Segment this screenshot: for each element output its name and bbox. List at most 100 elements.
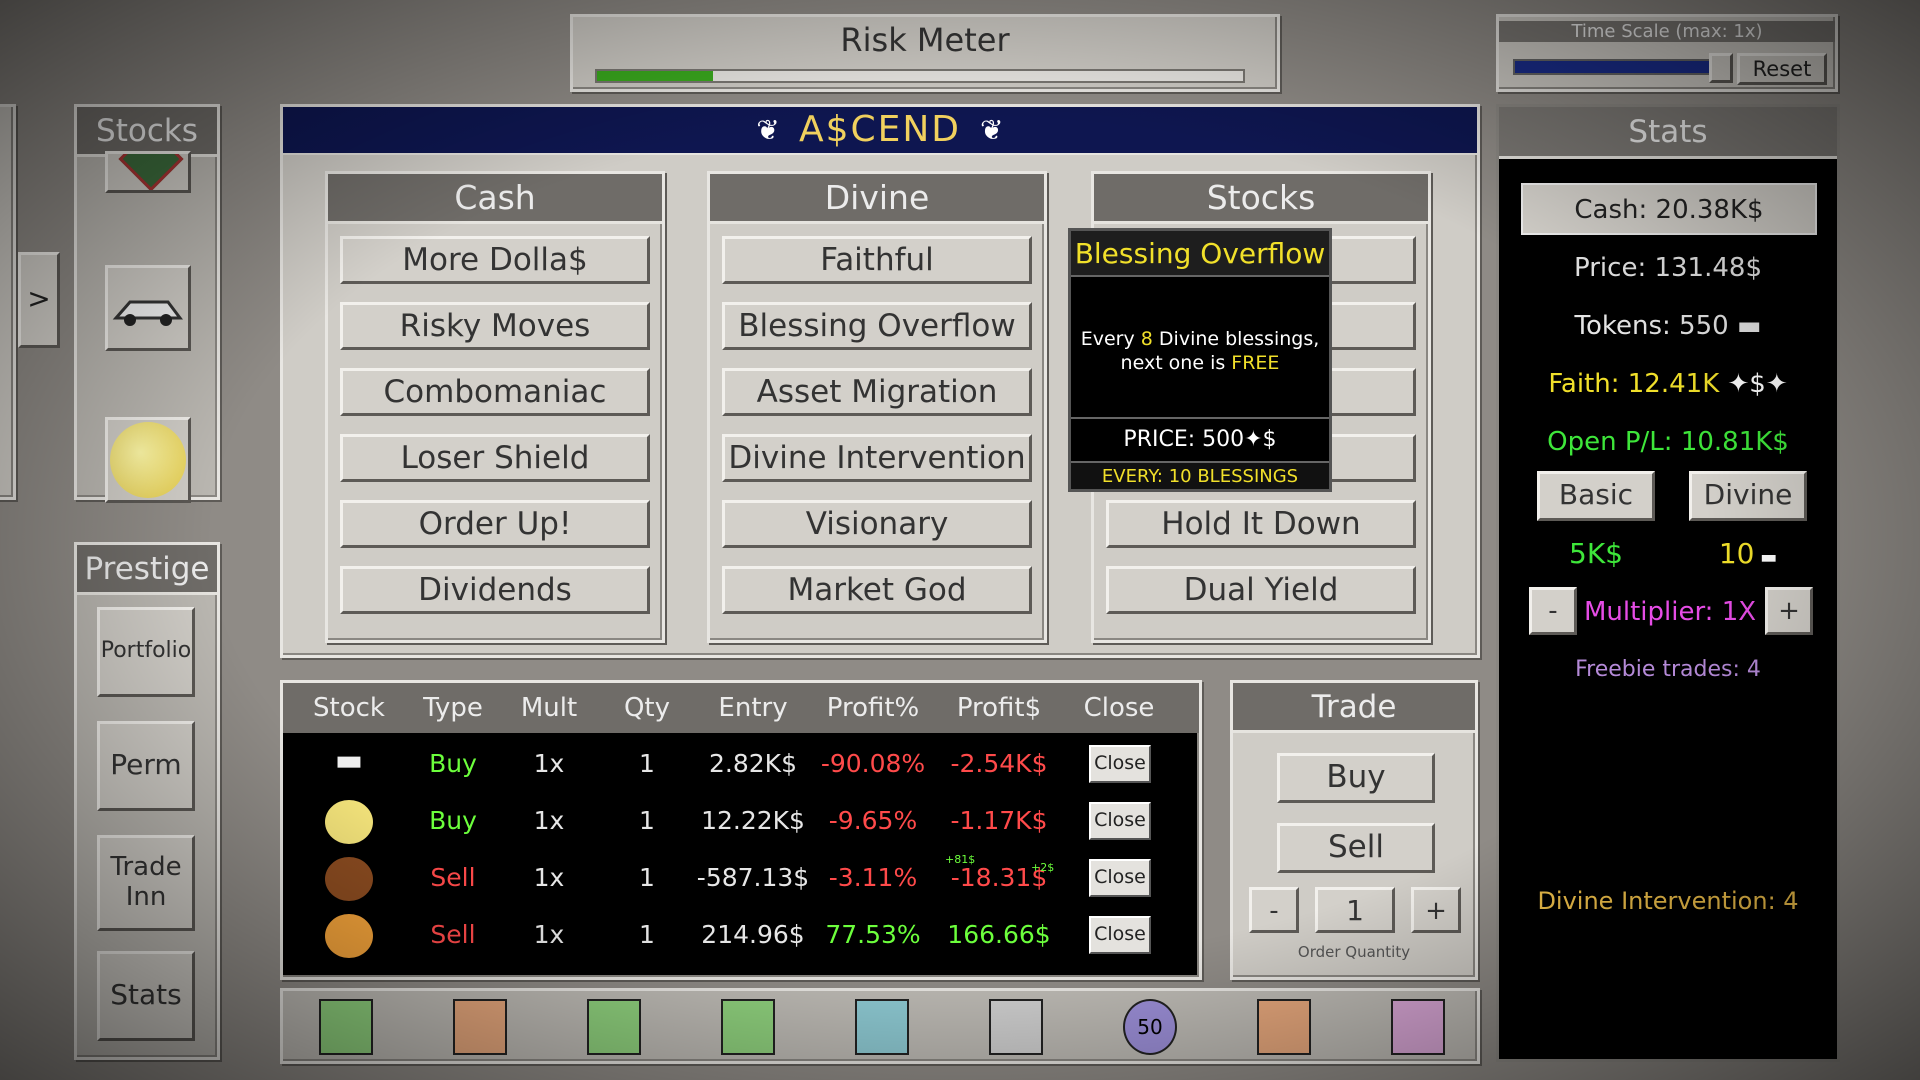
globe-chart-icon[interactable]: [587, 999, 641, 1055]
chart-icon[interactable]: [319, 999, 373, 1055]
left-collapsed-panel: [0, 104, 16, 500]
column-header: Profit$: [956, 693, 1042, 723]
cell-entry: 214.96$: [701, 920, 805, 949]
wing-left-icon: ❦: [756, 113, 780, 147]
column-header: Qty: [623, 693, 671, 723]
profit-floater: +81$: [945, 853, 976, 866]
upgrade-button[interactable]: Market God: [722, 566, 1032, 614]
cash-display: Cash: 20.38K$: [1521, 183, 1817, 235]
price-display: Price: 131.48$: [1574, 253, 1762, 283]
multiplier-minus-button[interactable]: -: [1529, 587, 1577, 635]
open-pl-display: Open P/L: 10.81K$: [1547, 427, 1789, 457]
basic-value: 5K$: [1569, 537, 1623, 570]
close-position-button[interactable]: Close: [1089, 859, 1151, 897]
time-scale-label: Time Scale (max: 1x): [1499, 21, 1835, 42]
time-scale-slider[interactable]: [1513, 59, 1723, 75]
upgrade-button[interactable]: Faithful: [722, 236, 1032, 284]
fifty-icon[interactable]: 50: [1123, 999, 1177, 1055]
faith-token-icon: ✦$: [1244, 427, 1277, 452]
upgrade-button[interactable]: Dividends: [340, 566, 650, 614]
upgrade-button[interactable]: More Dolla$: [340, 236, 650, 284]
upgrade-button[interactable]: Asset Migration: [722, 368, 1032, 416]
upgrade-button[interactable]: Visionary: [722, 500, 1032, 548]
basic-button[interactable]: Basic: [1537, 471, 1655, 521]
sell-button[interactable]: Sell: [1277, 823, 1435, 873]
expand-panel-button[interactable]: >: [18, 252, 60, 348]
quantity-plus-button[interactable]: +: [1411, 887, 1461, 933]
cell-entry: -587.13$: [696, 863, 810, 892]
cell-usd: -1.17K$: [950, 806, 1048, 835]
stocks-sidebar-title: Stocks: [77, 107, 217, 157]
faith-display: Faith: 12.41K ✦$✦: [1548, 369, 1788, 399]
cell-pct: -3.11%: [828, 863, 918, 892]
diamond-icon: [118, 154, 184, 190]
car-icon: [112, 300, 183, 326]
stats-button[interactable]: Stats: [97, 951, 195, 1041]
stock-item-car[interactable]: [105, 265, 191, 351]
upgrade-button[interactable]: Dual Yield: [1106, 566, 1416, 614]
time-scale-fill: [1515, 61, 1711, 73]
buy-button[interactable]: Buy: [1277, 753, 1435, 803]
cell-pct: -90.08%: [820, 749, 926, 778]
moon-icon: [325, 800, 373, 844]
upgrade-button[interactable]: Loser Shield: [340, 434, 650, 482]
trade-inn-button[interactable]: Trade Inn: [97, 835, 195, 931]
reset-button[interactable]: Reset: [1737, 53, 1827, 85]
column-header: Entry: [718, 693, 788, 723]
time-scale-panel: Time Scale (max: 1x) Reset: [1496, 14, 1838, 92]
tokens-display: Tokens: 550 ▬: [1574, 311, 1762, 341]
stock-item-chart[interactable]: [105, 151, 191, 193]
portfolio-button[interactable]: Portfolio: [97, 607, 195, 697]
ascend-title: A$CEND: [798, 109, 962, 150]
risk-meter-panel: Risk Meter: [570, 14, 1280, 92]
upgrade-button[interactable]: Risky Moves: [340, 302, 650, 350]
stock-item-moon[interactable]: [105, 417, 191, 503]
wing-right-icon: ❦: [980, 113, 1004, 147]
ascend-column-0: Cash More Dolla$ Risky Moves Combomaniac Los…: [325, 171, 665, 643]
clock-icon: [325, 914, 373, 958]
dice-icon[interactable]: [1257, 999, 1311, 1055]
ascend-column-1: Divine Faithful Blessing Overflow Asset Mig…: [707, 171, 1047, 643]
divine-value: 10 ▬: [1718, 537, 1778, 570]
divine-button[interactable]: Divine: [1689, 471, 1807, 521]
world-icon[interactable]: [1391, 999, 1445, 1055]
positions-table: Stock Type Mult Qty Entry Profit% Profit$ Close…: [280, 680, 1202, 980]
column-header: Profit%: [826, 693, 920, 723]
positions-header: Stock Type Mult Qty Entry Profit% Profit$ Close: [283, 683, 1199, 733]
moon-icon: [110, 422, 186, 498]
risk-meter-track: [595, 69, 1245, 83]
cell-qty: 1: [639, 920, 655, 949]
close-position-button[interactable]: Close: [1089, 916, 1151, 954]
perm-button[interactable]: Perm: [97, 721, 195, 811]
upgrade-button[interactable]: Divine Intervention: [722, 434, 1032, 482]
tooltip-every: EVERY: 10 BLESSINGS: [1071, 461, 1329, 489]
profit-floater: +2$: [1031, 861, 1055, 874]
cell-qty: 1: [639, 749, 655, 778]
cash-hand-icon[interactable]: [721, 999, 775, 1055]
multiplier-plus-button[interactable]: +: [1765, 587, 1813, 635]
time-scale-handle[interactable]: [1709, 53, 1733, 83]
upgrade-button[interactable]: Hold It Down: [1106, 500, 1416, 548]
quantity-minus-button[interactable]: -: [1249, 887, 1299, 933]
prestige-panel: Prestige Portfolio Perm Trade Inn Stats: [74, 542, 220, 1060]
upgrade-button[interactable]: Order Up!: [340, 500, 650, 548]
freebie-trades: Freebie trades: 4: [1575, 657, 1761, 682]
upgrade-button[interactable]: Combomaniac: [340, 368, 650, 416]
cell-usd: -2.54K$: [950, 749, 1048, 778]
cell-entry: 12.22K$: [701, 806, 805, 835]
yin-yang-icon[interactable]: [989, 999, 1043, 1055]
coin-hand-icon[interactable]: [453, 999, 507, 1055]
cell-entry: 2.82K$: [709, 749, 797, 778]
close-position-button[interactable]: Close: [1089, 745, 1151, 783]
car-icon: ▬: [334, 743, 364, 778]
risk-meter-title: Risk Meter: [840, 21, 1010, 59]
upgrade-button[interactable]: Blessing Overflow: [722, 302, 1032, 350]
close-position-button[interactable]: Close: [1089, 802, 1151, 840]
documents-icon[interactable]: [855, 999, 909, 1055]
token-car-icon: ▬: [1754, 547, 1778, 568]
prestige-title: Prestige: [77, 545, 217, 595]
position-row: Buy 1x 1 12.22K$ -9.65% -1.17K$ Close: [283, 794, 1199, 850]
order-quantity-label: Order Quantity: [1297, 943, 1411, 961]
tooltip-description: Every 8 Divine blessings, next one is FR…: [1080, 328, 1320, 374]
quantity-input[interactable]: 1: [1315, 887, 1395, 933]
